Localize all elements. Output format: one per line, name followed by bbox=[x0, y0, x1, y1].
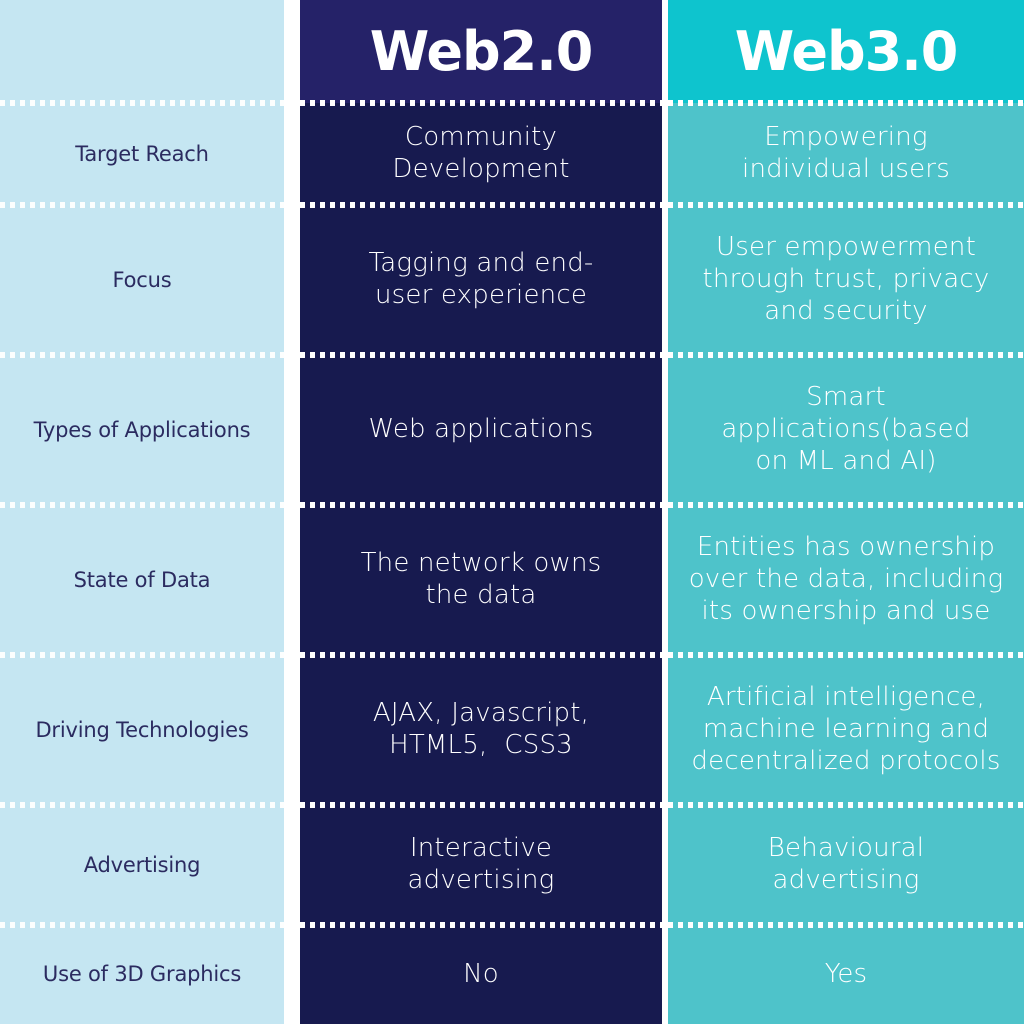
row-separator bbox=[668, 802, 1024, 808]
row-separator bbox=[0, 352, 284, 358]
row-separator bbox=[300, 352, 662, 358]
row-web3-value: User empowerment through trust, privacy … bbox=[668, 205, 1024, 355]
row-web3-value: Smart applications(based on ML and AI) bbox=[668, 355, 1024, 505]
row-separator bbox=[668, 352, 1024, 358]
row-label: Driving Technologies bbox=[0, 655, 284, 805]
row-separator bbox=[668, 100, 1024, 106]
row-separator bbox=[300, 802, 662, 808]
row-label: State of Data bbox=[0, 505, 284, 655]
header-web3-title: Web3.0 bbox=[734, 19, 959, 83]
row-separator bbox=[0, 922, 284, 928]
comparison-table: Web2.0 Web3.0 Target Reach Community Dev… bbox=[0, 0, 1024, 1024]
row-separator bbox=[300, 502, 662, 508]
row-web3-value: Artificial intelligence, machine learnin… bbox=[668, 655, 1024, 805]
row-web2-value: AJAX, Javascript, HTML5, CSS3 bbox=[300, 655, 662, 805]
row-separator bbox=[0, 502, 284, 508]
row-separator bbox=[668, 202, 1024, 208]
header-web2-title: Web2.0 bbox=[369, 19, 594, 83]
row-label: Types of Applications bbox=[0, 355, 284, 505]
row-web3-value: Yes bbox=[668, 925, 1024, 1024]
row-separator bbox=[0, 202, 284, 208]
row-web2-value: No bbox=[300, 925, 662, 1024]
row-separator bbox=[300, 652, 662, 658]
row-web2-value: Tagging and end- user experience bbox=[300, 205, 662, 355]
row-web2-value: Community Development bbox=[300, 103, 662, 205]
row-separator bbox=[300, 202, 662, 208]
row-separator bbox=[668, 652, 1024, 658]
row-separator bbox=[0, 100, 284, 106]
row-separator bbox=[0, 802, 284, 808]
row-separator bbox=[300, 922, 662, 928]
row-web3-value: Entities has ownership over the data, in… bbox=[668, 505, 1024, 655]
row-web2-value: The network owns the data bbox=[300, 505, 662, 655]
row-separator bbox=[668, 922, 1024, 928]
row-separator bbox=[0, 652, 284, 658]
row-separator bbox=[300, 100, 662, 106]
row-separator bbox=[668, 502, 1024, 508]
header-web2: Web2.0 bbox=[300, 0, 662, 103]
row-label: Use of 3D Graphics bbox=[0, 925, 284, 1024]
row-web2-value: Interactive advertising bbox=[300, 805, 662, 925]
row-label: Focus bbox=[0, 205, 284, 355]
row-label: Advertising bbox=[0, 805, 284, 925]
row-web2-value: Web applications bbox=[300, 355, 662, 505]
header-label-column bbox=[0, 0, 284, 103]
row-web3-value: Empowering individual users bbox=[668, 103, 1024, 205]
column-gap-left bbox=[284, 0, 300, 1024]
header-web3: Web3.0 bbox=[668, 0, 1024, 103]
row-web3-value: Behavioural advertising bbox=[668, 805, 1024, 925]
row-label: Target Reach bbox=[0, 103, 284, 205]
